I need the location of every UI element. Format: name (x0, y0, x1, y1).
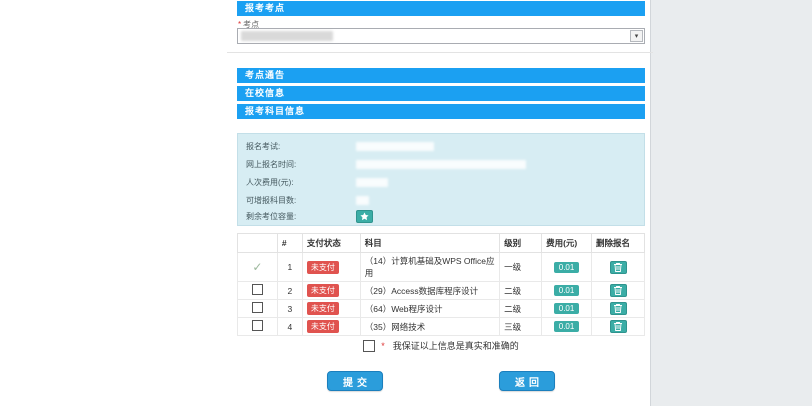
divider (227, 52, 653, 53)
selected-checkmark-icon: ✓ (252, 260, 262, 274)
header-fee: 费用(元) (542, 234, 592, 253)
row-select-cell[interactable] (238, 318, 278, 336)
level-cell: 二级 (500, 300, 542, 318)
table-row: 3 未支付 （64）Web程序设计 二级 0.01 (238, 300, 645, 318)
header-delete: 删除报名 (592, 234, 645, 253)
capacity-view-button[interactable] (356, 210, 373, 223)
section-header-exam-site[interactable]: 报考考点 (237, 1, 645, 16)
row-select-cell[interactable] (238, 300, 278, 318)
redacted-site-value (241, 31, 333, 41)
redacted-value (356, 160, 526, 169)
section-header-subjects[interactable]: 报考科目信息 (237, 104, 645, 119)
header-select (238, 234, 278, 253)
trash-icon (614, 304, 622, 313)
delete-subject-button[interactable] (610, 284, 627, 297)
page-background-panel (650, 0, 812, 406)
info-label: 报名考试: (246, 141, 356, 152)
trash-icon (614, 286, 622, 295)
delete-subject-button[interactable] (610, 261, 627, 274)
star-icon (360, 212, 369, 221)
subjects-table: # 支付状态 科目 级别 费用(元) 删除报名 ✓ 1 未支付 （14）计算机基… (237, 233, 645, 336)
row-select-cell[interactable]: ✓ (238, 253, 278, 282)
required-mark: * (381, 341, 385, 351)
redacted-value (356, 196, 369, 205)
back-button[interactable]: 返回 (499, 371, 555, 391)
submit-button[interactable]: 提交 (327, 371, 383, 391)
table-row: ✓ 1 未支付 （14）计算机基础及WPS Office应用 一级 0.01 (238, 253, 645, 282)
row-number: 2 (277, 282, 302, 300)
payment-status-badge: 未支付 (307, 302, 339, 315)
registration-info-panel: 报名考试: 网上报名时间: 人次费用(元): 可增报科目数: 剩余考位容量: (237, 133, 645, 226)
row-number: 1 (277, 253, 302, 282)
subject-name: （35）网络技术 (360, 318, 499, 336)
delete-subject-button[interactable] (610, 302, 627, 315)
row-number: 3 (277, 300, 302, 318)
agreement-text: 我保证以上信息是真实和准确的 (393, 339, 519, 352)
action-buttons: 提交 返回 (237, 371, 645, 391)
row-number: 4 (277, 318, 302, 336)
chevron-down-icon[interactable]: ▾ (630, 30, 643, 42)
info-row: 网上报名时间: (246, 159, 526, 170)
agreement-checkbox[interactable] (363, 340, 375, 352)
level-cell: 一级 (500, 253, 542, 282)
delete-subject-button[interactable] (610, 320, 627, 333)
fee-badge: 0.01 (554, 303, 580, 314)
redacted-value (356, 142, 434, 151)
info-row: 人次费用(元): (246, 177, 388, 188)
payment-status-badge: 未支付 (307, 284, 339, 297)
subject-name: （64）Web程序设计 (360, 300, 499, 318)
fee-badge: 0.01 (554, 285, 580, 296)
subject-name: （29）Access数据库程序设计 (360, 282, 499, 300)
row-select-cell[interactable] (238, 282, 278, 300)
table-row: 4 未支付 （35）网络技术 三级 0.01 (238, 318, 645, 336)
info-row: 可增报科目数: (246, 195, 369, 206)
info-label: 可增报科目数: (246, 195, 356, 206)
header-level: 级别 (500, 234, 542, 253)
redacted-value (356, 178, 388, 187)
payment-status-badge: 未支付 (307, 320, 339, 333)
table-row: 2 未支付 （29）Access数据库程序设计 二级 0.01 (238, 282, 645, 300)
fee-badge: 0.01 (554, 321, 580, 332)
info-label: 人次费用(元): (246, 177, 356, 188)
header-subject: 科目 (360, 234, 499, 253)
row-checkbox[interactable] (252, 284, 263, 295)
section-header-notice[interactable]: 考点通告 (237, 68, 645, 83)
table-header-row: # 支付状态 科目 级别 费用(元) 删除报名 (238, 234, 645, 253)
header-number: # (277, 234, 302, 253)
level-cell: 二级 (500, 282, 542, 300)
info-label: 剩余考位容量: (246, 211, 356, 222)
payment-status-badge: 未支付 (307, 261, 339, 274)
section-header-school[interactable]: 在校信息 (237, 86, 645, 101)
header-payment-status: 支付状态 (302, 234, 360, 253)
info-row: 报名考试: (246, 141, 434, 152)
site-select[interactable]: ▾ (237, 28, 645, 44)
trash-icon (614, 263, 622, 272)
info-label: 网上报名时间: (246, 159, 356, 170)
trash-icon (614, 322, 622, 331)
row-checkbox[interactable] (252, 302, 263, 313)
row-checkbox[interactable] (252, 320, 263, 331)
info-row: 剩余考位容量: (246, 210, 373, 223)
subject-name: （14）计算机基础及WPS Office应用 (360, 253, 499, 282)
level-cell: 三级 (500, 318, 542, 336)
fee-badge: 0.01 (554, 262, 580, 273)
agreement-row: * 我保证以上信息是真实和准确的 (237, 339, 645, 352)
page: 报考考点 *考点 ▾ 考点通告 在校信息 报考科目信息 报名考试:网上报名时间:… (0, 0, 812, 406)
